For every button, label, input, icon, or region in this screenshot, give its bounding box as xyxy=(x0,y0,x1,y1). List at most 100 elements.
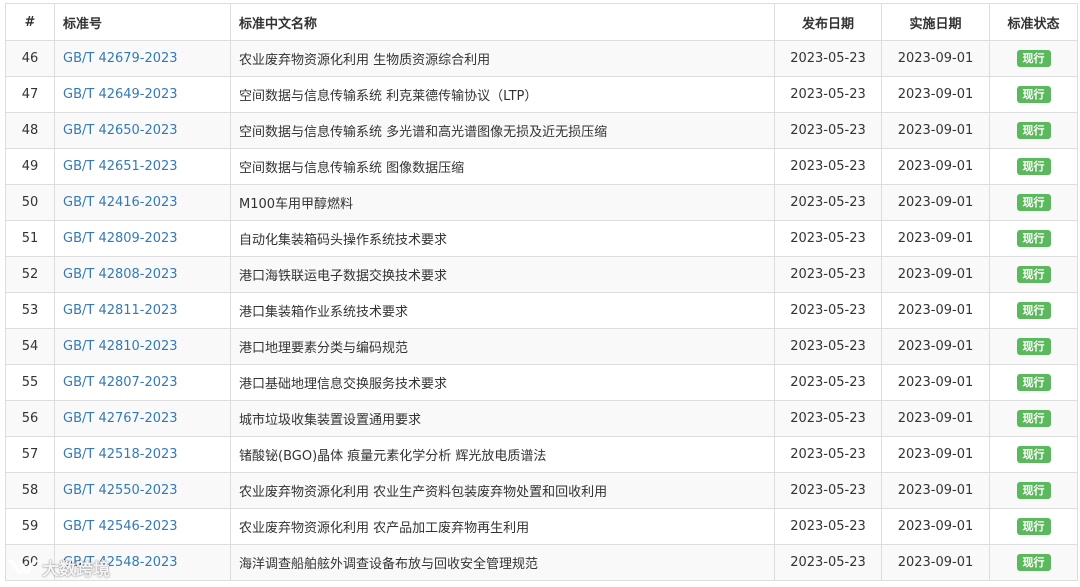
standard-code-link[interactable]: GB/T 42518-2023 xyxy=(63,447,178,462)
col-header-publish-date[interactable]: 发布日期 xyxy=(774,3,882,41)
publish-date: 2023-05-23 xyxy=(774,148,882,185)
row-number: 47 xyxy=(5,76,55,113)
status-badge: 现行 xyxy=(1016,482,1051,499)
implement-date: 2023-09-01 xyxy=(881,364,990,401)
status-cell: 现行 xyxy=(989,220,1078,257)
status-cell: 现行 xyxy=(989,544,1078,581)
implement-date: 2023-09-01 xyxy=(881,508,990,545)
standard-code-link[interactable]: GB/T 42546-2023 xyxy=(63,519,178,534)
table-row: 55 GB/T 42807-2023 港口基础地理信息交换服务技术要求 2023-05… xyxy=(5,364,1078,401)
table-row: 56 GB/T 42767-2023 城市垃圾收集装置设置通用要求 2023-05-2… xyxy=(5,400,1078,437)
publish-date: 2023-05-23 xyxy=(774,328,882,365)
implement-date: 2023-09-01 xyxy=(881,256,990,293)
status-badge: 现行 xyxy=(1016,338,1051,355)
publish-date: 2023-05-23 xyxy=(774,364,882,401)
standard-code-link[interactable]: GB/T 42808-2023 xyxy=(63,267,178,282)
row-number: 55 xyxy=(5,364,55,401)
status-badge: 现行 xyxy=(1016,122,1051,139)
publish-date: 2023-05-23 xyxy=(774,292,882,329)
table-body: 46 GB/T 42679-2023 农业废弃物资源化利用 生物质资源综合利用 202… xyxy=(5,40,1078,581)
implement-date: 2023-09-01 xyxy=(881,148,990,185)
publish-date: 2023-05-23 xyxy=(774,400,882,437)
status-badge: 现行 xyxy=(1016,266,1051,283)
standard-code-link[interactable]: GB/T 42810-2023 xyxy=(63,339,178,354)
row-number: 50 xyxy=(5,184,55,221)
standard-code-link[interactable]: GB/T 42649-2023 xyxy=(63,87,178,102)
standard-code-cell: GB/T 42546-2023 xyxy=(54,508,231,545)
standard-code-link[interactable]: GB/T 42650-2023 xyxy=(63,123,178,138)
standard-code-cell: GB/T 42650-2023 xyxy=(54,112,231,149)
standard-code-cell: GB/T 42651-2023 xyxy=(54,148,231,185)
publish-date: 2023-05-23 xyxy=(774,40,882,77)
standard-name: 农业废弃物资源化利用 生物质资源综合利用 xyxy=(230,40,775,77)
row-number: 49 xyxy=(5,148,55,185)
publish-date: 2023-05-23 xyxy=(774,544,882,581)
standard-code-link[interactable]: GB/T 42811-2023 xyxy=(63,303,178,318)
table-row: 52 GB/T 42808-2023 港口海铁联运电子数据交换技术要求 2023-05… xyxy=(5,256,1078,293)
standard-name: 锗酸铋(BGO)晶体 痕量元素化学分析 辉光放电质谱法 xyxy=(230,436,775,473)
table-row: 47 GB/T 42649-2023 空间数据与信息传输系统 利克莱德传输协议（LT… xyxy=(5,76,1078,113)
row-number: 59 xyxy=(5,508,55,545)
standard-code-link[interactable]: GB/T 42807-2023 xyxy=(63,375,178,390)
standard-code-link[interactable]: GB/T 42679-2023 xyxy=(63,51,178,66)
status-badge: 现行 xyxy=(1016,410,1051,427)
table-row: 57 GB/T 42518-2023 锗酸铋(BGO)晶体 痕量元素化学分析 辉光放… xyxy=(5,436,1078,473)
implement-date: 2023-09-01 xyxy=(881,40,990,77)
standard-code-cell: GB/T 42679-2023 xyxy=(54,40,231,77)
standard-code-cell: GB/T 42767-2023 xyxy=(54,400,231,437)
row-number: 57 xyxy=(5,436,55,473)
standard-code-link[interactable]: GB/T 42809-2023 xyxy=(63,231,178,246)
col-header-number[interactable]: # xyxy=(5,3,55,41)
standard-code-link[interactable]: GB/T 42548-2023 xyxy=(63,555,178,570)
status-badge: 现行 xyxy=(1016,446,1051,463)
standard-name: 港口集装箱作业系统技术要求 xyxy=(230,292,775,329)
implement-date: 2023-09-01 xyxy=(881,184,990,221)
standard-name: 自动化集装箱码头操作系统技术要求 xyxy=(230,220,775,257)
status-badge: 现行 xyxy=(1016,50,1051,67)
standards-table: # 标准号 标准中文名称 发布日期 实施日期 标准状态 46 GB/T 42679… xyxy=(5,3,1078,581)
standard-code-link[interactable]: GB/T 42416-2023 xyxy=(63,195,178,210)
table-row: 53 GB/T 42811-2023 港口集装箱作业系统技术要求 2023-05-23… xyxy=(5,292,1078,329)
standard-name: 农业废弃物资源化利用 农业生产资料包装废弃物处置和回收利用 xyxy=(230,472,775,509)
table-row: 50 GB/T 42416-2023 M100车用甲醇燃料 2023-05-23 202… xyxy=(5,184,1078,221)
status-cell: 现行 xyxy=(989,112,1078,149)
status-cell: 现行 xyxy=(989,400,1078,437)
status-badge: 现行 xyxy=(1016,158,1051,175)
col-header-status[interactable]: 标准状态 xyxy=(989,3,1078,41)
standard-code-cell: GB/T 42808-2023 xyxy=(54,256,231,293)
row-number: 46 xyxy=(5,40,55,77)
standard-code-link[interactable]: GB/T 42767-2023 xyxy=(63,411,178,426)
standard-code-link[interactable]: GB/T 42550-2023 xyxy=(63,483,178,498)
row-number: 56 xyxy=(5,400,55,437)
standard-name: M100车用甲醇燃料 xyxy=(230,184,775,221)
table-row: 51 GB/T 42809-2023 自动化集装箱码头操作系统技术要求 2023-05… xyxy=(5,220,1078,257)
standard-name: 空间数据与信息传输系统 利克莱德传输协议（LTP） xyxy=(230,76,775,113)
publish-date: 2023-05-23 xyxy=(774,112,882,149)
table-row: 59 GB/T 42546-2023 农业废弃物资源化利用 农产品加工废弃物再生利用… xyxy=(5,508,1078,545)
table-row: 58 GB/T 42550-2023 农业废弃物资源化利用 农业生产资料包装废弃物处… xyxy=(5,472,1078,509)
implement-date: 2023-09-01 xyxy=(881,544,990,581)
implement-date: 2023-09-01 xyxy=(881,436,990,473)
standard-code-cell: GB/T 42548-2023 xyxy=(54,544,231,581)
standard-code-cell: GB/T 42807-2023 xyxy=(54,364,231,401)
standard-code-link[interactable]: GB/T 42651-2023 xyxy=(63,159,178,174)
status-cell: 现行 xyxy=(989,472,1078,509)
status-cell: 现行 xyxy=(989,184,1078,221)
implement-date: 2023-09-01 xyxy=(881,76,990,113)
col-header-implement-date[interactable]: 实施日期 xyxy=(881,3,990,41)
row-number: 48 xyxy=(5,112,55,149)
standard-code-cell: GB/T 42811-2023 xyxy=(54,292,231,329)
status-cell: 现行 xyxy=(989,508,1078,545)
standard-code-cell: GB/T 42416-2023 xyxy=(54,184,231,221)
standard-name: 港口地理要素分类与编码规范 xyxy=(230,328,775,365)
page: # 标准号 标准中文名称 发布日期 实施日期 标准状态 46 GB/T 42679… xyxy=(0,0,1080,587)
status-badge: 现行 xyxy=(1016,518,1051,535)
col-header-code[interactable]: 标准号 xyxy=(54,3,231,41)
standard-code-cell: GB/T 42550-2023 xyxy=(54,472,231,509)
standard-code-cell: GB/T 42518-2023 xyxy=(54,436,231,473)
status-cell: 现行 xyxy=(989,292,1078,329)
row-number: 54 xyxy=(5,328,55,365)
publish-date: 2023-05-23 xyxy=(774,508,882,545)
col-header-name[interactable]: 标准中文名称 xyxy=(230,3,775,41)
standard-code-cell: GB/T 42809-2023 xyxy=(54,220,231,257)
